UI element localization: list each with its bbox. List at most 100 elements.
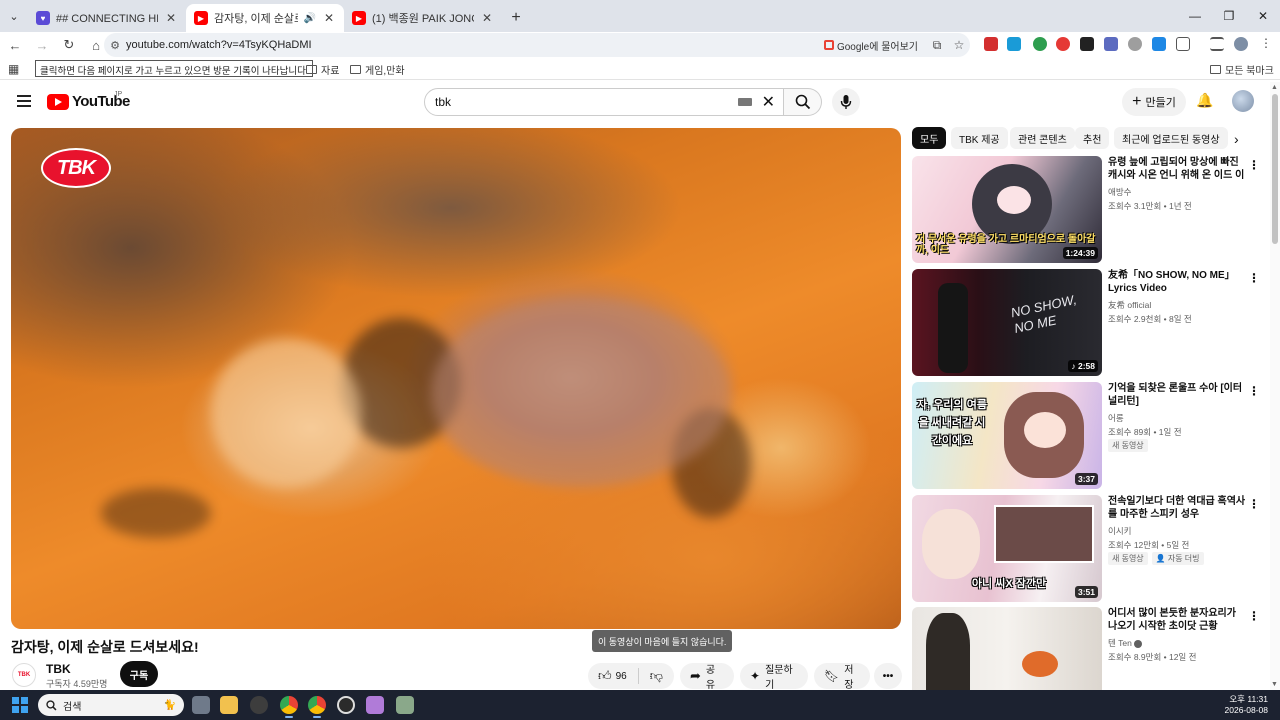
tab-search-icon[interactable]: ⌄ xyxy=(0,0,28,32)
search-input[interactable]: tbk ✕ xyxy=(424,88,784,116)
clear-search-icon[interactable]: ✕ xyxy=(762,92,775,112)
recommendation-channel[interactable]: 텐 Ten xyxy=(1108,637,1142,649)
chrome-icon[interactable] xyxy=(308,696,326,718)
channel-name[interactable]: TBK xyxy=(46,662,71,676)
like-button[interactable]: 👍︎ 96 xyxy=(598,668,627,684)
extension-icon[interactable] xyxy=(1007,37,1021,51)
chip-recommended[interactable]: 추천 xyxy=(1075,127,1110,149)
bookmark-folder-0[interactable]: 자료 xyxy=(306,62,339,77)
recommendation-title[interactable]: 기억을 되찾은 론울프 수아 [이터널리턴] xyxy=(1108,382,1246,408)
recommendation-title[interactable]: 전속일기보다 더한 역대급 흑역사를 마주한 스피키 성우 xyxy=(1108,495,1246,521)
chrome-icon[interactable] xyxy=(280,696,298,718)
recommendation-title[interactable]: 유령 늪에 고립되어 망상에 빠진 캐시와 시온 언니 위해 온 이드 이벤..… xyxy=(1108,156,1246,182)
restore-icon[interactable]: ❐ xyxy=(1212,0,1246,32)
keyboard-icon[interactable] xyxy=(737,98,752,106)
more-vertical-icon[interactable]: ⋮ xyxy=(1248,158,1260,172)
extensions-puzzle-icon[interactable] xyxy=(1176,37,1190,51)
extension-icon[interactable] xyxy=(1080,37,1094,51)
recommendation-item[interactable]: 어디서 많이 본듯한 분자요리가 나오기 시작한 초이닷 근황 텐 Ten 조회… xyxy=(912,607,1268,690)
video-thumbnail[interactable]: NO SHOW, NO ME ♪ 2:58 xyxy=(912,269,1102,376)
chevron-right-icon[interactable]: › xyxy=(1234,131,1239,147)
scroll-up-arrow-icon[interactable]: ▲ xyxy=(1271,84,1278,91)
taskbar-search[interactable]: 검색 🐈 xyxy=(38,694,184,716)
more-vertical-icon[interactable]: ⋮ xyxy=(1248,384,1260,398)
close-window-icon[interactable]: ✕ xyxy=(1246,0,1280,32)
voice-search-button[interactable] xyxy=(832,88,860,116)
recommendation-title[interactable]: 어디서 많이 본듯한 분자요리가 나오기 시작한 초이닷 근황 xyxy=(1108,607,1246,633)
system-clock[interactable]: 오후 11:31 2026-08-08 xyxy=(1225,694,1268,716)
extension-icon[interactable] xyxy=(984,37,998,51)
extension-icon[interactable] xyxy=(1056,37,1070,51)
recommendation-channel[interactable]: 이시키 xyxy=(1108,525,1131,537)
video-thumbnail[interactable]: 자, 우리의 여름을 써내려갈 시간이에요 3:37 xyxy=(912,382,1102,489)
more-vertical-icon[interactable]: ⋮ xyxy=(1248,271,1260,285)
more-vertical-icon[interactable]: ⋮ xyxy=(1248,497,1260,511)
recommendation-item[interactable]: 아니 씨X 잠깐만 3:51 전속일기보다 더한 역대급 흑역사를 마주한 스피… xyxy=(912,495,1268,603)
search-query[interactable]: tbk xyxy=(425,95,738,109)
create-button[interactable]: + 만들기 xyxy=(1122,88,1186,116)
google-ask-button[interactable]: Google에 물어보기 xyxy=(816,38,926,53)
back-button[interactable]: ← xyxy=(3,33,27,57)
subscribe-button[interactable]: 구독 xyxy=(120,661,158,687)
recommendation-item[interactable]: 저 무서운 유령을 가고 르마티엄으로 돌아갈까, 이드 1:24:39 유령 … xyxy=(912,156,1268,264)
file-explorer-icon[interactable] xyxy=(220,696,238,714)
search-button[interactable] xyxy=(784,88,822,116)
recommendation-channel[interactable]: 애방수 xyxy=(1108,186,1131,198)
page-scrollbar[interactable]: ▲ ▼ xyxy=(1270,82,1280,690)
apps-grid-icon[interactable]: ▦ xyxy=(8,62,19,76)
profile-avatar[interactable] xyxy=(1234,37,1248,51)
reading-list-icon[interactable] xyxy=(1210,37,1224,51)
more-vertical-icon[interactable]: ⋮ xyxy=(1248,609,1260,623)
extension-icon[interactable] xyxy=(1128,37,1142,51)
url-text[interactable]: youtube.com/watch?v=4TsyKQHaDMI xyxy=(126,39,816,51)
extension-icon[interactable] xyxy=(1033,37,1047,51)
video-player[interactable]: TBK xyxy=(11,128,901,629)
taskbar-app-icon[interactable] xyxy=(250,696,268,714)
video-thumbnail[interactable] xyxy=(912,607,1102,690)
chip-recently-uploaded[interactable]: 최근에 업로드된 동영상 xyxy=(1114,127,1228,149)
ask-button[interactable]: ✦ 질문하기 xyxy=(740,663,808,691)
hamburger-menu-icon[interactable] xyxy=(17,95,31,107)
account-avatar[interactable] xyxy=(1232,90,1254,112)
video-thumbnail[interactable]: 아니 씨X 잠깐만 3:51 xyxy=(912,495,1102,602)
chip-all[interactable]: 모두 xyxy=(912,127,947,149)
bookmark-folder-1[interactable]: 게임,만화 xyxy=(350,62,405,77)
address-bar[interactable]: ⚙ youtube.com/watch?v=4TsyKQHaDMI Google… xyxy=(104,33,970,57)
scroll-down-arrow-icon[interactable]: ▼ xyxy=(1271,681,1278,688)
install-app-icon[interactable]: ⧉ xyxy=(926,38,948,53)
taskbar-app-icon[interactable] xyxy=(366,696,384,714)
speaker-icon[interactable]: 🔊 xyxy=(304,13,316,24)
notifications-bell-icon[interactable]: 🔔 xyxy=(1196,92,1213,109)
recommendation-channel[interactable]: 어롱 xyxy=(1108,412,1124,424)
recommendation-item[interactable]: 자, 우리의 여름을 써내려갈 시간이에요 3:37 기억을 되찾은 론울프 수… xyxy=(912,382,1268,490)
share-button[interactable]: ➦ 공유 xyxy=(680,663,734,691)
task-view-icon[interactable] xyxy=(192,696,210,714)
new-tab-button[interactable]: + xyxy=(502,4,530,32)
recommendation-channel[interactable]: 友希 official xyxy=(1108,299,1151,311)
download-icon[interactable] xyxy=(1152,37,1166,51)
chip-from-tbk[interactable]: TBK 제공 xyxy=(951,127,1008,149)
taskbar-app-icon[interactable] xyxy=(337,696,355,714)
channel-avatar[interactable]: TBK xyxy=(12,663,36,687)
reload-button[interactable]: ↻ xyxy=(57,33,81,57)
scroll-thumb[interactable] xyxy=(1272,94,1278,244)
recommendation-item[interactable]: NO SHOW, NO ME ♪ 2:58 友希「NO SHOW, NO ME」… xyxy=(912,269,1268,377)
extension-icon[interactable] xyxy=(1104,37,1118,51)
forward-button[interactable]: → xyxy=(30,33,54,57)
recommendation-title[interactable]: 友希「NO SHOW, NO ME」Lyrics Video xyxy=(1108,269,1246,295)
bookmark-star-icon[interactable]: ☆ xyxy=(948,38,970,52)
video-thumbnail[interactable]: 저 무서운 유령을 가고 르마티엄으로 돌아갈까, 이드 1:24:39 xyxy=(912,156,1102,263)
windows-start-icon[interactable] xyxy=(12,697,28,713)
all-bookmarks-button[interactable]: 모든 북마크 xyxy=(1210,62,1274,77)
close-icon[interactable]: ✕ xyxy=(164,11,178,25)
close-icon[interactable]: ✕ xyxy=(480,11,494,25)
chip-related[interactable]: 관련 콘텐츠 xyxy=(1010,127,1075,149)
browser-tab-connecting-hearts[interactable]: ♥ ## CONNECTING HEARTS! 다 ✕ xyxy=(28,4,186,32)
browser-menu-icon[interactable]: ⋮ xyxy=(1260,36,1272,50)
save-button[interactable]: 🔖︎ 저장 xyxy=(814,663,870,691)
site-info-icon[interactable]: ⚙ xyxy=(104,39,126,52)
browser-tab-paik[interactable]: ▶ (1) 백종원 PAIK JONG WON - ✕ xyxy=(344,4,502,32)
browser-tab-active-video[interactable]: ▶ 감자탕, 이제 순살로 드셔보 🔊 ✕ xyxy=(186,4,344,32)
taskbar-app-icon[interactable] xyxy=(396,696,414,714)
more-actions-button[interactable]: ••• xyxy=(874,663,902,689)
